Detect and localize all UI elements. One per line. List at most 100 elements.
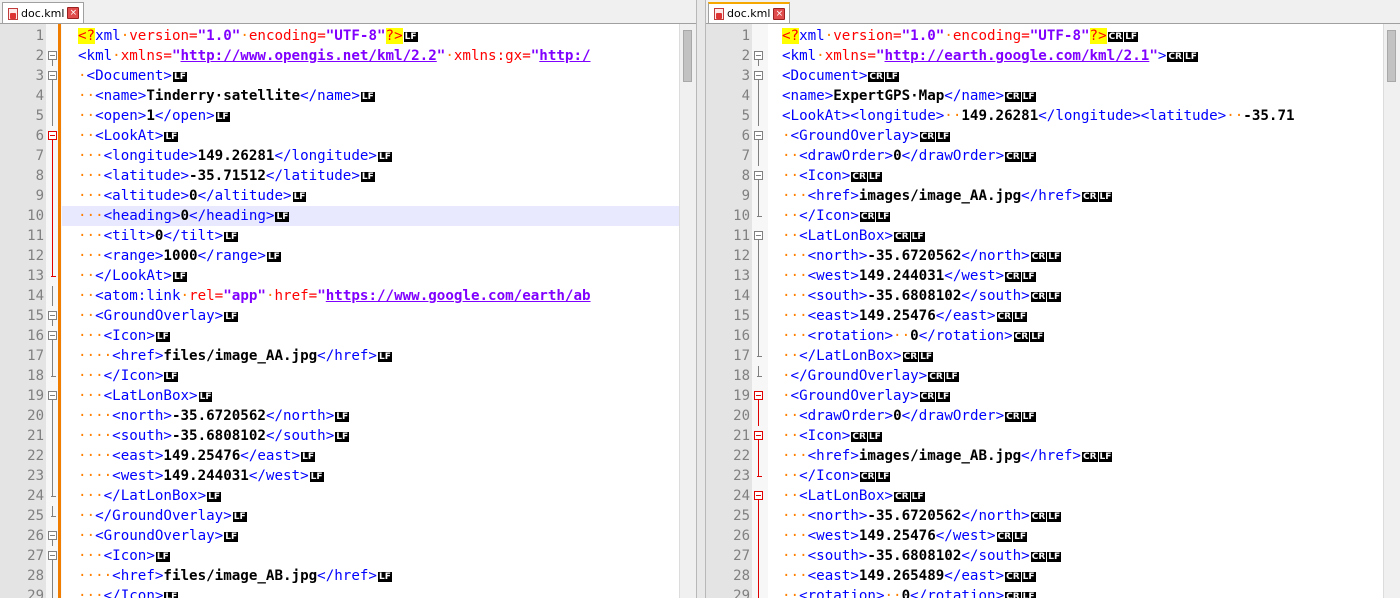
code-line[interactable]: 2 <kml·xmlns="http://www.opengis.net/kml/… (36, 46, 696, 66)
vertical-scrollbar[interactable] (679, 24, 696, 598)
fold-marker[interactable] (752, 126, 763, 146)
collapse-icon[interactable] (48, 391, 57, 400)
code-area[interactable]: 1 <?xml·version="1.0"·encoding="UTF-8"?> C… (733, 24, 1400, 598)
collapse-icon[interactable] (754, 171, 763, 180)
code-line[interactable]: 3 ·<Document> LF (36, 66, 696, 86)
code-line[interactable]: 16 ···<rotation>··0</rotation> CR LF (733, 326, 1400, 346)
url-link[interactable]: http://www.opengis.net/kml/2.2 (181, 48, 437, 64)
code-line[interactable]: 22 ···<href>images/image_AB.jpg</href> CR L… (733, 446, 1400, 466)
code-line[interactable]: 4 ··<name>Tinderry·satellite</name> LF (36, 86, 696, 106)
code-line[interactable]: 18 ···</Icon> LF (27, 366, 696, 386)
code-line[interactable]: 3 <Document> CR LF (742, 66, 1400, 86)
code-line[interactable]: 11 ···<tilt>0</tilt> LF (27, 226, 696, 246)
code-line[interactable]: 28 ···<east>149.265489</east> CR LF (733, 566, 1400, 586)
fold-marker[interactable] (46, 126, 57, 146)
collapse-icon[interactable] (754, 131, 763, 140)
fold-marker[interactable] (752, 166, 763, 186)
close-tab-icon[interactable]: × (773, 7, 786, 20)
collapse-icon[interactable] (754, 51, 763, 60)
code-line[interactable]: 19 ·<GroundOverlay> CR LF (733, 386, 1400, 406)
code-line[interactable]: 8 ··<Icon> CR LF (742, 166, 1400, 186)
collapse-icon[interactable] (48, 331, 57, 340)
fold-marker[interactable] (752, 226, 763, 246)
code-line[interactable]: 12 ···<range>1000</range> LF (27, 246, 696, 266)
code-line[interactable]: 7 ···<longitude>149.26281</longitude> LF (36, 146, 696, 166)
code-line[interactable]: 17 ····<href>files/image_AA.jpg</href> LF (27, 346, 696, 366)
code-line[interactable]: 28 ····<href>files/image_AB.jpg</href> LF (27, 566, 696, 586)
collapse-icon[interactable] (48, 71, 57, 80)
right-file-tab[interactable]: doc.kml × (708, 2, 791, 23)
code-line[interactable]: 26 ··<GroundOverlay> LF (27, 526, 696, 546)
code-line[interactable]: 27 ···<Icon> LF (27, 546, 696, 566)
code-line[interactable]: 15 ··<GroundOverlay> LF (27, 306, 696, 326)
code-line[interactable]: 9 ···<altitude>0</altitude> LF (36, 186, 696, 206)
code-line[interactable]: 23 ··</Icon> CR LF (733, 466, 1400, 486)
code-line[interactable]: 20 ····<north>-35.6720562</north> LF (27, 406, 696, 426)
split-divider[interactable] (696, 0, 706, 598)
code-line[interactable]: 14 ··<atom:link·rel="app"·href="https://w… (27, 286, 696, 306)
code-line[interactable]: 7 ··<drawOrder>0</drawOrder> CR LF (742, 146, 1400, 166)
code-line[interactable]: 29 ···</Icon> LF (27, 586, 696, 598)
code-line[interactable]: 5 <LookAt><longitude>··149.26281</longitu… (742, 106, 1400, 126)
code-line[interactable]: 1 <?xml·version="1.0"·encoding="UTF-8"?> C… (742, 26, 1400, 46)
collapse-icon[interactable] (48, 51, 57, 60)
url-link[interactable]: http://earth.google.com/kml/2.1 (885, 48, 1150, 64)
collapse-icon[interactable] (48, 311, 57, 320)
collapse-icon[interactable] (754, 231, 763, 240)
code-line[interactable]: 1 <?xml·version="1.0"·encoding="UTF-8"?> L… (36, 26, 696, 46)
left-file-tab[interactable]: doc.kml × (2, 2, 85, 23)
code-line[interactable]: 6 ·<GroundOverlay> CR LF (742, 126, 1400, 146)
code-line[interactable]: 13 ···<west>149.244031</west> CR LF (733, 266, 1400, 286)
code-line[interactable]: 6 ··<LookAt> LF (36, 126, 696, 146)
fold-marker[interactable] (752, 386, 763, 406)
collapse-icon[interactable] (754, 391, 763, 400)
fold-marker[interactable] (752, 66, 763, 86)
fold-marker[interactable] (46, 386, 57, 406)
code-line[interactable]: 25 ··</GroundOverlay> LF (27, 506, 696, 526)
code-line[interactable]: 20 ··<drawOrder>0</drawOrder> CR LF (733, 406, 1400, 426)
collapse-icon[interactable] (754, 491, 763, 500)
code-line[interactable]: 24 ··<LatLonBox> CR LF (733, 486, 1400, 506)
url-link[interactable]: http:/ (539, 48, 590, 64)
code-line[interactable]: 27 ···<south>-35.6808102</south> CR LF (733, 546, 1400, 566)
fold-marker[interactable] (46, 306, 57, 326)
code-line[interactable]: 13 ··</LookAt> LF (27, 266, 696, 286)
collapse-icon[interactable] (48, 531, 57, 540)
fold-marker[interactable] (752, 46, 763, 66)
code-line[interactable]: 4 <name>ExpertGPS·Map</name> CR LF (742, 86, 1400, 106)
code-line[interactable]: 10 ···<heading>0</heading> LF (27, 206, 696, 226)
scrollbar-thumb[interactable] (1387, 30, 1396, 82)
fold-marker[interactable] (46, 46, 57, 66)
code-line[interactable]: 10 ··</Icon> CR LF (733, 206, 1400, 226)
code-line[interactable]: 19 ···<LatLonBox> LF (27, 386, 696, 406)
fold-marker[interactable] (752, 486, 763, 506)
scrollbar-thumb[interactable] (683, 30, 692, 82)
code-line[interactable]: 22 ····<east>149.25476</east> LF (27, 446, 696, 466)
code-line[interactable]: 25 ···<north>-35.6720562</north> CR LF (733, 506, 1400, 526)
code-line[interactable]: 11 ··<LatLonBox> CR LF (733, 226, 1400, 246)
fold-marker[interactable] (46, 526, 57, 546)
fold-marker[interactable] (752, 426, 763, 446)
code-area[interactable]: 1 <?xml·version="1.0"·encoding="UTF-8"?> L… (27, 24, 696, 598)
code-line[interactable]: 5 ··<open>1</open> LF (36, 106, 696, 126)
collapse-icon[interactable] (754, 71, 763, 80)
code-line[interactable]: 2 <kml·xmlns="http://earth.google.com/kml… (742, 46, 1400, 66)
collapse-icon[interactable] (754, 431, 763, 440)
code-line[interactable]: 15 ···<east>149.25476</east> CR LF (733, 306, 1400, 326)
collapse-icon[interactable] (48, 551, 57, 560)
code-line[interactable]: 16 ···<Icon> LF (27, 326, 696, 346)
code-line[interactable]: 8 ···<latitude>-35.71512</latitude> LF (36, 166, 696, 186)
code-line[interactable]: 17 ··</LatLonBox> CR LF (733, 346, 1400, 366)
fold-marker[interactable] (46, 326, 57, 346)
vertical-scrollbar[interactable] (1383, 24, 1400, 598)
code-line[interactable]: 12 ···<north>-35.6720562</north> CR LF (733, 246, 1400, 266)
code-line[interactable]: 29 ··<rotation>··0</rotation> CR LF (733, 586, 1400, 598)
code-line[interactable]: 26 ···<west>149.25476</west> CR LF (733, 526, 1400, 546)
code-line[interactable]: 9 ···<href>images/image_AA.jpg</href> CR LF (742, 186, 1400, 206)
code-line[interactable]: 21 ····<south>-35.6808102</south> LF (27, 426, 696, 446)
close-tab-icon[interactable]: × (67, 7, 80, 19)
code-line[interactable]: 18 ·</GroundOverlay> CR LF (733, 366, 1400, 386)
code-line[interactable]: 14 ···<south>-35.6808102</south> CR LF (733, 286, 1400, 306)
collapse-icon[interactable] (48, 131, 57, 140)
fold-marker[interactable] (46, 546, 57, 566)
